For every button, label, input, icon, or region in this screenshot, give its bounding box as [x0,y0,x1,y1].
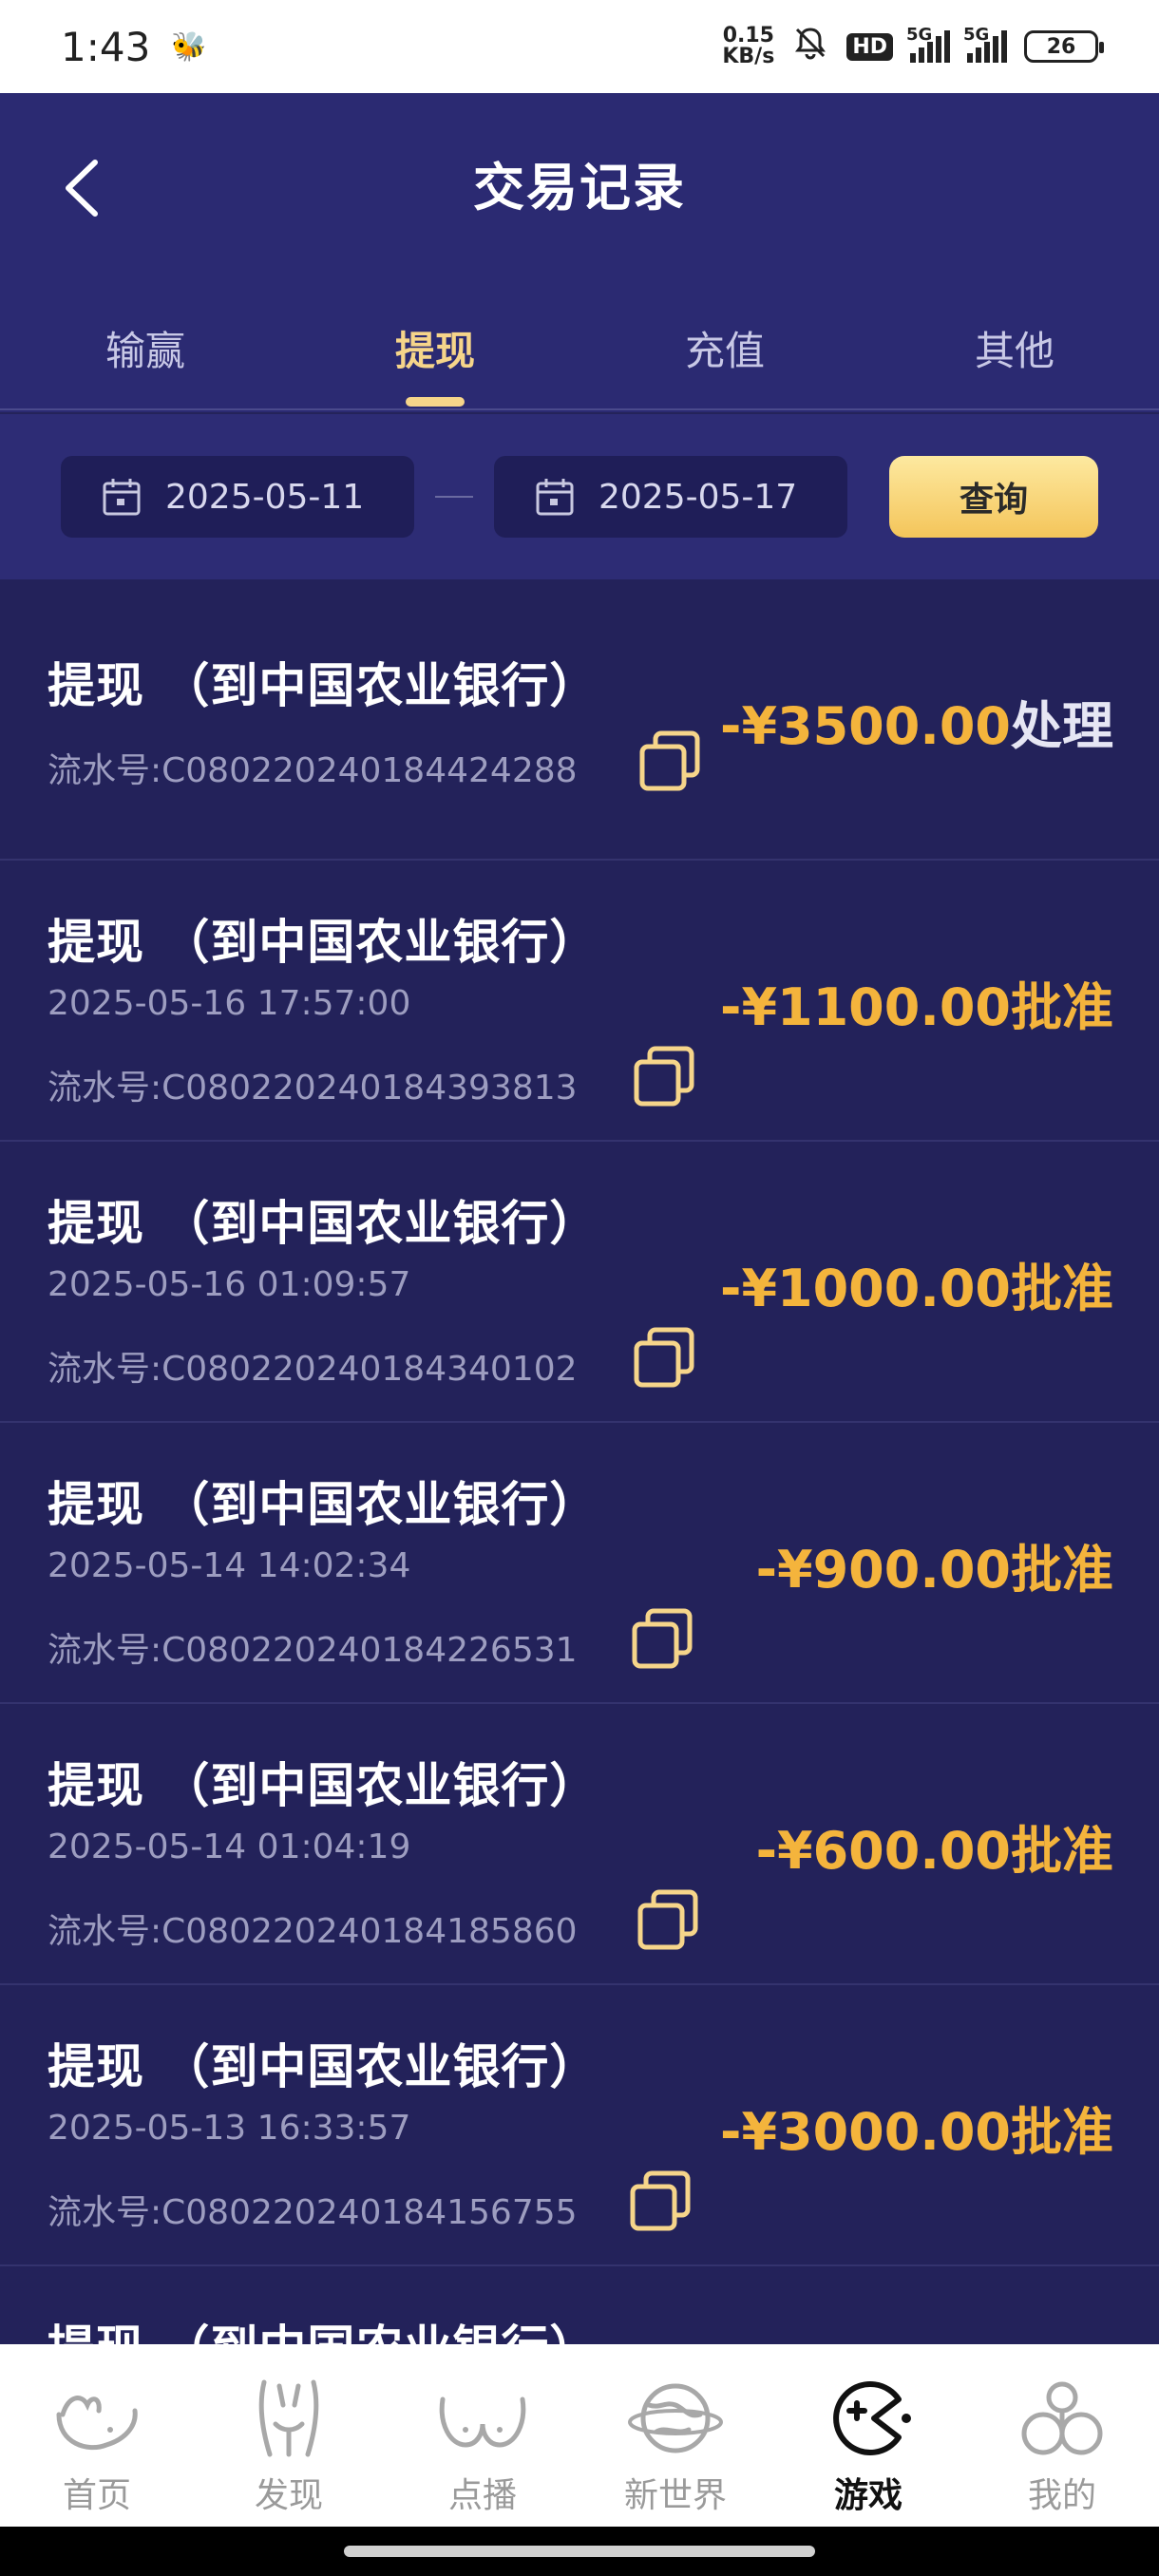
transaction-amount-status: -¥1000.00批准 [720,1246,1113,1321]
on-demand-icon [439,2396,526,2448]
start-date-value: 2025-05-11 [165,477,365,517]
bottom-nav: 首页 发现 点播 新世界 游戏 我的 [0,2344,1159,2527]
transaction-row[interactable]: 提现 （到中国农业银行） [0,2266,1159,2344]
transaction-title: 提现 （到中国农业银行） [48,1758,598,1813]
date-filter-bar: 2025-05-11 2025-05-17 查询 [0,414,1159,579]
transaction-serial: 流水号:C080220240184393813 [48,1069,578,1108]
nav-item-game[interactable]: 游戏 [773,2377,963,2517]
battery-icon: 26 [1024,30,1104,63]
transaction-amount: -¥900.00 [755,1540,1011,1600]
transaction-title: 提现 （到中国农业银行） [48,658,598,713]
calendar-icon [536,479,574,516]
tab-recharge[interactable]: 充值 [630,310,820,408]
copy-icon[interactable] [629,1324,697,1392]
status-icons: 0.15 KB/s HD 5G 5G 26 [722,24,1104,70]
home-gesture-handle[interactable] [344,2546,815,2557]
transaction-serial: 流水号:C080220240184340102 [48,1350,578,1389]
game-icon [833,2381,911,2455]
transaction-serial: 流水号:C080220240184424288 [48,751,578,790]
transaction-status: 批准 [1011,1540,1113,1600]
transaction-title: 提现 （到中国农业银行） [48,915,598,970]
transaction-row[interactable]: 提现 （到中国农业银行） 流水号:C080220240184424288 -¥3… [0,579,1159,861]
transaction-time: 2025-05-14 14:02:34 [48,1546,411,1585]
transaction-serial: 流水号:C080220240184226531 [48,1631,578,1670]
transaction-amount: -¥1100.00 [720,977,1011,1037]
tab-other[interactable]: 其他 [920,310,1110,408]
transaction-status: 批准 [1011,2102,1113,2162]
profile-icon [1021,2381,1103,2455]
transaction-serial: 流水号:C080220240184156755 [48,2193,578,2232]
transaction-status: 批准 [1011,1821,1113,1881]
copy-icon[interactable] [625,2168,694,2236]
tab-bar: 输赢 提现 充值 其他 [0,310,1159,410]
status-bar: 1:43 🐝 0.15 KB/s HD 5G 5G 26 [0,0,1159,93]
transaction-amount-status: -¥3500.00处理 [720,684,1113,759]
transaction-amount: -¥1000.00 [720,1259,1011,1318]
query-button[interactable]: 查询 [889,456,1098,538]
copy-icon[interactable] [627,1605,695,1674]
home-icon [56,2396,138,2451]
end-date-value: 2025-05-17 [598,477,798,517]
transaction-amount: -¥3000.00 [720,2102,1011,2162]
tab-withdraw[interactable]: 提现 [340,310,530,408]
transaction-status: 批准 [1011,1259,1113,1318]
transaction-title: 提现 （到中国农业银行） [48,1477,598,1532]
bee-app-icon: 🐝 [171,29,207,64]
page-title: 交易记录 [473,158,686,218]
transaction-serial: 流水号:C080220240184185860 [48,1912,578,1951]
transaction-row[interactable]: 提现 （到中国农业银行） 2025-05-14 14:02:34 流水号:C08… [0,1423,1159,1704]
transaction-amount: -¥3500.00 [720,696,1011,756]
start-date-picker[interactable]: 2025-05-11 [61,456,414,538]
transaction-status: 批准 [1011,977,1113,1037]
transaction-row[interactable]: 提现 （到中国农业银行） 2025-05-16 17:57:00 流水号:C08… [0,861,1159,1142]
status-time: 1:43 [61,23,151,70]
discover-icon [258,2379,319,2457]
copy-icon[interactable] [629,1043,697,1111]
transaction-amount-status: -¥1100.00批准 [720,965,1113,1040]
transaction-time: 2025-05-14 01:04:19 [48,1828,411,1866]
transaction-title: 提现 （到中国农业银行） [48,2310,598,2344]
nav-item-home[interactable]: 首页 [2,2377,192,2517]
copy-icon[interactable] [633,1886,701,1955]
copy-icon[interactable] [635,728,703,796]
header: 交易记录 输赢 提现 充值 其他 [0,93,1159,412]
signal-sim2-icon: 5G [963,25,1007,63]
signal-sim1-icon: 5G [906,25,950,63]
hd-badge: HD [846,32,893,61]
date-range-separator [435,496,473,498]
system-gesture-area [0,2527,1159,2576]
transaction-amount-status: -¥3000.00批准 [720,2090,1113,2165]
nav-item-on-demand[interactable]: 点播 [388,2377,578,2517]
transaction-amount: -¥600.00 [755,1821,1011,1881]
transaction-time: 2025-05-16 17:57:00 [48,984,411,1023]
bell-muted-icon [791,24,829,70]
transaction-row[interactable]: 提现 （到中国农业银行） 2025-05-14 01:04:19 流水号:C08… [0,1704,1159,1985]
transaction-title: 提现 （到中国农业银行） [48,1196,598,1251]
transaction-status: 处理 [1011,696,1113,756]
transaction-amount-status: -¥900.00批准 [756,1527,1113,1602]
transaction-time: 2025-05-13 16:33:57 [48,2109,411,2148]
transaction-amount-status: -¥600.00批准 [756,1809,1113,1884]
tab-win-loss[interactable]: 输赢 [50,310,240,408]
network-speed: 0.15 KB/s [722,24,775,68]
end-date-picker[interactable]: 2025-05-17 [494,456,847,538]
transaction-list[interactable]: 提现 （到中国农业银行） 流水号:C080220240184424288 -¥3… [0,579,1159,2344]
nav-item-profile[interactable]: 我的 [967,2377,1157,2517]
transaction-row[interactable]: 提现 （到中国农业银行） 2025-05-13 16:33:57 流水号:C08… [0,1985,1159,2266]
tab-active-indicator [406,397,465,407]
planet-icon [628,2383,723,2453]
nav-item-new-world[interactable]: 新世界 [580,2377,770,2517]
nav-item-discover[interactable]: 发现 [194,2377,384,2517]
transaction-title: 提现 （到中国农业银行） [48,2039,598,2094]
calendar-icon [103,479,141,516]
transaction-row[interactable]: 提现 （到中国农业银行） 2025-05-16 01:09:57 流水号:C08… [0,1142,1159,1423]
transaction-time: 2025-05-16 01:09:57 [48,1265,411,1304]
